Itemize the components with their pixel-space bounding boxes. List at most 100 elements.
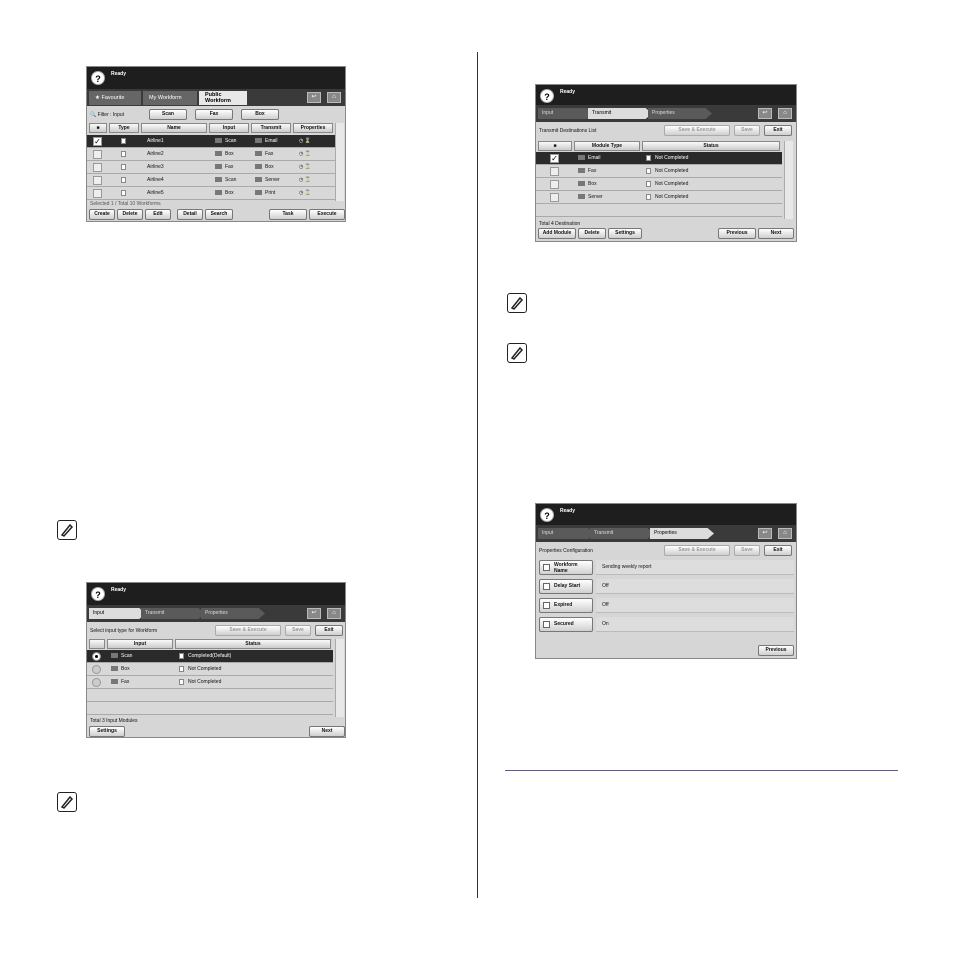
back-icon[interactable]: ↩ bbox=[758, 108, 772, 119]
create-button[interactable]: Create bbox=[89, 209, 115, 220]
table-row[interactable]: Fax Not Completed bbox=[87, 676, 333, 689]
row-checkbox[interactable] bbox=[93, 189, 102, 198]
row-checkbox[interactable] bbox=[550, 193, 559, 202]
step-transmit[interactable]: Transmit bbox=[590, 528, 654, 539]
row-radio[interactable] bbox=[92, 652, 101, 661]
table-row[interactable]: Server Not Completed bbox=[536, 191, 782, 204]
step-transmit[interactable]: Transmit bbox=[588, 108, 652, 119]
table-row[interactable]: ✓ Airline1 Scan Email ◷ ⌛ bbox=[87, 135, 335, 148]
table-row[interactable]: ✓ Email Not Completed bbox=[536, 152, 782, 165]
table-row[interactable]: Airline3 Fax Box ◷ ⌛ bbox=[87, 161, 335, 174]
save-button[interactable]: Save bbox=[285, 625, 311, 636]
empty-row bbox=[87, 702, 333, 715]
help-icon[interactable]: ? bbox=[540, 508, 554, 522]
back-icon[interactable]: ↩ bbox=[758, 528, 772, 539]
table-row[interactable]: Airline4 Scan Server ◷ ⌛ bbox=[87, 174, 335, 187]
step-properties[interactable]: Properties bbox=[648, 108, 712, 119]
previous-button[interactable]: Previous bbox=[758, 645, 794, 656]
header-type[interactable]: Type bbox=[109, 123, 139, 133]
header-transmit[interactable]: Transmit bbox=[251, 123, 291, 133]
row-checkbox[interactable] bbox=[93, 163, 102, 172]
edit-button[interactable]: Edit bbox=[145, 209, 171, 220]
scrollbar[interactable] bbox=[784, 141, 793, 219]
filter-fax-button[interactable]: Fax bbox=[195, 109, 233, 120]
property-button[interactable]: Delay Start bbox=[539, 579, 593, 594]
module-type: Email bbox=[578, 152, 601, 165]
status-label: Not Completed bbox=[655, 181, 689, 187]
add-module-button[interactable]: Add Module bbox=[538, 228, 576, 239]
header-properties[interactable]: Properties bbox=[293, 123, 333, 133]
header-module-type[interactable]: Module Type bbox=[574, 141, 640, 151]
row-checkbox[interactable] bbox=[550, 180, 559, 189]
table-row[interactable]: Box Not Completed bbox=[87, 663, 333, 676]
next-button[interactable]: Next bbox=[309, 726, 345, 737]
tab-label: Public Workform bbox=[205, 92, 231, 104]
previous-button[interactable]: Previous bbox=[718, 228, 756, 239]
search-button[interactable]: Search bbox=[205, 209, 233, 220]
row-radio[interactable] bbox=[92, 678, 101, 687]
exit-button[interactable]: Exit bbox=[764, 545, 792, 556]
filter-scan-button[interactable]: Scan bbox=[149, 109, 187, 120]
step-properties[interactable]: Properties bbox=[201, 608, 265, 619]
help-icon[interactable]: ? bbox=[91, 71, 105, 85]
table-row[interactable]: Airline2 Box Fax ◷ ⌛ bbox=[87, 148, 335, 161]
step-input[interactable]: Input bbox=[89, 608, 145, 619]
save-execute-button[interactable]: Save & Execute bbox=[664, 125, 730, 136]
table-row[interactable]: Fax Not Completed bbox=[536, 165, 782, 178]
task-button[interactable]: Task bbox=[269, 209, 307, 220]
input-label: Fax bbox=[225, 164, 234, 170]
table-row[interactable]: Box Not Completed bbox=[536, 178, 782, 191]
back-icon[interactable]: ↩ bbox=[307, 92, 321, 103]
help-icon[interactable]: ? bbox=[91, 587, 105, 601]
tab-my-workform[interactable]: My Workform bbox=[143, 91, 197, 105]
save-execute-button[interactable]: Save & Execute bbox=[215, 625, 281, 636]
input-table: Scan Completed(Default) Box Not Completed Fa… bbox=[87, 650, 333, 716]
table-row[interactable]: Scan Completed(Default) bbox=[87, 650, 333, 663]
home-icon[interactable]: ⌂ bbox=[327, 92, 341, 103]
row-checkbox[interactable] bbox=[550, 167, 559, 176]
save-button[interactable]: Save bbox=[734, 125, 760, 136]
detail-button[interactable]: Detail bbox=[177, 209, 203, 220]
tab-public-workform[interactable]: Public Workform bbox=[199, 91, 247, 105]
home-icon[interactable]: ⌂ bbox=[778, 528, 792, 539]
step-input[interactable]: Input bbox=[538, 528, 594, 539]
execute-button[interactable]: Execute bbox=[309, 209, 345, 220]
property-button[interactable]: Secured bbox=[539, 617, 593, 632]
row-checkbox[interactable] bbox=[93, 150, 102, 159]
next-button[interactable]: Next bbox=[758, 228, 794, 239]
row-checkbox[interactable] bbox=[93, 176, 102, 185]
header-status[interactable]: Status bbox=[175, 639, 331, 649]
header-input[interactable]: Input bbox=[209, 123, 249, 133]
help-icon[interactable]: ? bbox=[540, 89, 554, 103]
step-properties[interactable]: Properties bbox=[650, 528, 714, 539]
header-status[interactable]: Status bbox=[642, 141, 780, 151]
header-input[interactable]: Input bbox=[107, 639, 173, 649]
scrollbar[interactable] bbox=[335, 639, 344, 717]
step-input[interactable]: Input bbox=[538, 108, 592, 119]
step-transmit[interactable]: Transmit bbox=[141, 608, 205, 619]
exit-button[interactable]: Exit bbox=[764, 125, 792, 136]
row-checkbox[interactable]: ✓ bbox=[550, 154, 559, 163]
scrollbar[interactable] bbox=[335, 123, 344, 201]
row-checkbox[interactable]: ✓ bbox=[93, 137, 102, 146]
property-button[interactable]: Workform Name bbox=[539, 560, 593, 575]
delete-button[interactable]: Delete bbox=[578, 228, 606, 239]
header-name[interactable]: Name bbox=[141, 123, 207, 133]
save-execute-button[interactable]: Save & Execute bbox=[664, 545, 730, 556]
back-icon[interactable]: ↩ bbox=[307, 608, 321, 619]
home-icon[interactable]: ⌂ bbox=[327, 608, 341, 619]
property-button[interactable]: Expired bbox=[539, 598, 593, 613]
settings-button[interactable]: Settings bbox=[608, 228, 642, 239]
row-radio[interactable] bbox=[92, 665, 101, 674]
select-all-checkbox[interactable]: ■ bbox=[538, 141, 572, 151]
select-all-checkbox[interactable]: ■ bbox=[89, 123, 107, 133]
settings-button[interactable]: Settings bbox=[89, 726, 125, 737]
status-text: Ready bbox=[560, 89, 576, 95]
delete-button[interactable]: Delete bbox=[117, 209, 143, 220]
filter-box-button[interactable]: Box bbox=[241, 109, 279, 120]
home-icon[interactable]: ⌂ bbox=[778, 108, 792, 119]
table-row[interactable]: Airline5 Box Print ◷ ⌛ bbox=[87, 187, 335, 200]
tab-favourite[interactable]: ★ Favourite bbox=[89, 91, 141, 105]
exit-button[interactable]: Exit bbox=[315, 625, 343, 636]
save-button[interactable]: Save bbox=[734, 545, 760, 556]
